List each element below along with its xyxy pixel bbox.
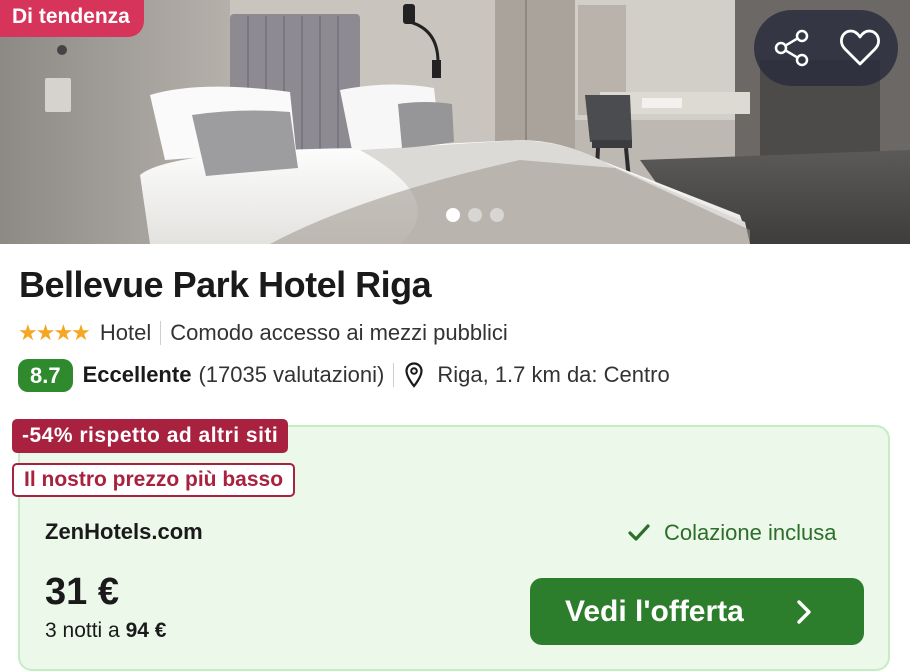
- rating-label: Eccellente: [82, 362, 192, 387]
- total-price: 3 notti a 94 €: [45, 619, 166, 643]
- total-amount: 94 €: [125, 619, 167, 642]
- location-pin-icon: [405, 362, 423, 388]
- nights-prefix: 3 notti a: [45, 619, 126, 642]
- hotel-name[interactable]: Bellevue Park Hotel Riga: [19, 264, 432, 306]
- photo-actions: [754, 10, 898, 86]
- carousel-dot[interactable]: [490, 208, 504, 222]
- nightly-price: 31 €: [45, 571, 119, 613]
- review-count[interactable]: (17035 valutazioni): [198, 362, 384, 388]
- discount-badge: -54% rispetto ad altri siti: [12, 419, 289, 453]
- favorite-button[interactable]: [824, 10, 896, 86]
- hotel-location[interactable]: Riga, 1.7 km da: Centro: [437, 362, 669, 388]
- share-button[interactable]: [756, 10, 828, 86]
- share-icon: [774, 29, 809, 67]
- hotel-type: Hotel: [99, 320, 152, 345]
- divider: [160, 321, 162, 345]
- lowest-price-badge: Il nostro prezzo più basso: [12, 463, 296, 497]
- hotel-feature: Comodo accesso ai mezzi pubblici: [170, 320, 508, 345]
- hotel-meta-row: ★★★★ Hotel Comodo accesso ai mezzi pubbl…: [18, 318, 508, 348]
- check-icon: [628, 524, 650, 542]
- amenity-label: Colazione inclusa: [664, 520, 837, 545]
- view-offer-label: Vedi l'offerta: [565, 594, 744, 628]
- carousel-indicator: [446, 208, 504, 222]
- heart-outline-icon: [840, 29, 880, 66]
- trending-badge: Di tendenza: [0, 0, 144, 37]
- hotel-rating-row: 8.7 Eccellente (17035 valutazioni) Riga,…: [18, 358, 670, 392]
- star-rating: ★★★★: [18, 320, 91, 345]
- view-offer-button[interactable]: Vedi l'offerta: [530, 578, 864, 645]
- breakfast-included: Colazione inclusa: [628, 518, 836, 548]
- chevron-right-icon: [797, 600, 811, 624]
- divider: [393, 363, 395, 387]
- score-badge: 8.7: [18, 358, 73, 392]
- hotel-photo-carousel[interactable]: Di tendenza: [0, 0, 910, 244]
- provider-name: ZenHotels.com: [45, 519, 203, 544]
- carousel-dot[interactable]: [446, 208, 460, 222]
- carousel-dot[interactable]: [468, 208, 482, 222]
